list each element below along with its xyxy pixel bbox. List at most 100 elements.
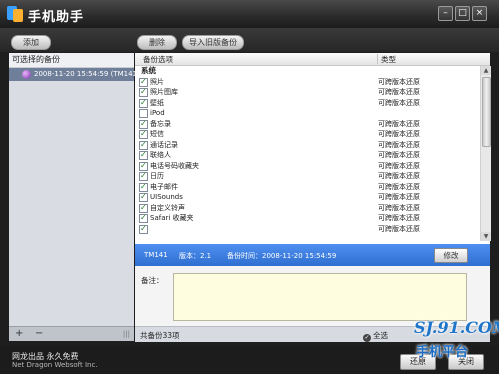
app-window: 手机助手 – □ × 添加 删除 导入旧版备份 可选择的备份 2008-11-2…: [0, 0, 499, 374]
import-old-backup-button[interactable]: 导入旧版备份: [182, 35, 244, 50]
add-button[interactable]: 添加: [11, 35, 51, 50]
row-checkbox[interactable]: [139, 171, 148, 181]
row-checkbox[interactable]: [139, 109, 148, 118]
backup-time: 备份时间：2008-11-20 15:54:59: [227, 252, 337, 260]
table-row[interactable]: 自定义铃声 可跨版本还原: [135, 203, 480, 214]
row-checkbox[interactable]: [139, 182, 148, 192]
row-type: 可跨版本还原: [378, 182, 420, 191]
scroll-up-arrow-icon[interactable]: ▲: [481, 66, 491, 75]
table-row[interactable]: 照片 可跨版本还原: [135, 77, 480, 88]
column-backup-option[interactable]: 备份选项: [143, 54, 173, 65]
minimize-button[interactable]: –: [438, 6, 453, 21]
firmware-version: 版本：2.1: [179, 252, 212, 260]
edit-button[interactable]: 修改: [434, 248, 468, 263]
table-row[interactable]: 日历 可跨版本还原: [135, 171, 480, 182]
row-checkbox[interactable]: [139, 129, 148, 139]
row-checkbox[interactable]: [139, 77, 148, 87]
row-checkbox[interactable]: [139, 213, 148, 223]
table-row[interactable]: 联络人 可跨版本还原: [135, 150, 480, 161]
row-checkbox[interactable]: [139, 161, 148, 171]
row-type: 可跨版本还原: [378, 130, 420, 138]
backup-list-header: 可选择的备份: [9, 53, 134, 68]
row-name: 照片图库: [150, 88, 178, 96]
table-row[interactable]: 备忘录 可跨版本还原: [135, 119, 480, 130]
vertical-scrollbar[interactable]: ▲ ▼: [480, 66, 491, 241]
remove-backup-minus-button[interactable]: −: [35, 328, 43, 339]
backup-count: 共备份33项: [140, 331, 180, 340]
notes-section: 备注：: [135, 266, 490, 326]
table-row[interactable]: UISounds 可跨版本还原: [135, 192, 480, 203]
row-name: 照片: [150, 77, 164, 86]
notes-label: 备注：: [141, 276, 164, 285]
row-checkbox[interactable]: [139, 203, 148, 213]
maximize-button[interactable]: □: [455, 6, 470, 21]
row-type: 可跨版本还原: [378, 119, 420, 128]
table-row[interactable]: 电子邮件 可跨版本还原: [135, 182, 480, 193]
site-watermark: SJ.91.COM 手机平台: [408, 318, 499, 366]
resize-grip-icon[interactable]: |||: [123, 330, 130, 338]
column-divider: [377, 54, 378, 64]
row-type: 可跨版本还原: [378, 193, 420, 201]
device-name: TM141: [144, 251, 168, 259]
backup-info-bar: TM141 版本：2.1 备份时间：2008-11-20 15:54:59 修改: [135, 244, 490, 266]
row-name: 日历: [150, 172, 164, 180]
row-type: 可跨版本还原: [378, 151, 420, 159]
table-row[interactable]: 短信 可跨版本还原: [135, 129, 480, 140]
delete-button[interactable]: 删除: [137, 35, 177, 50]
title-bar[interactable]: 手机助手 – □ ×: [0, 0, 499, 28]
group-row[interactable]: 系统: [135, 66, 480, 77]
row-name: UISounds: [150, 193, 183, 201]
row-type: 可跨版本还原: [378, 98, 420, 107]
check-circle-icon: ✓: [363, 334, 371, 342]
row-type: 可跨版本还原: [378, 224, 420, 233]
row-type: 可跨版本还原: [378, 172, 420, 180]
app-title: 手机助手: [28, 10, 85, 25]
scroll-down-arrow-icon[interactable]: ▼: [481, 232, 491, 241]
backup-list-panel: 可选择的备份 2008-11-20 15:54:59 (TM141 + − ||…: [9, 53, 137, 341]
row-name: 电子邮件: [150, 182, 178, 191]
table-row[interactable]: 电话号码收藏夹 可跨版本还原: [135, 161, 480, 172]
table-row[interactable]: 照片图库 可跨版本还原: [135, 87, 480, 98]
row-name: 联络人: [150, 151, 171, 159]
watermark-site: SJ.91.COM: [414, 318, 499, 337]
row-checkbox[interactable]: [139, 140, 148, 150]
backup-disc-icon: [22, 70, 31, 79]
column-type[interactable]: 类型: [381, 54, 396, 65]
row-name: 电话号码收藏夹: [150, 161, 199, 170]
backup-list-item[interactable]: 2008-11-20 15:54:59 (TM141: [9, 68, 137, 81]
row-checkbox[interactable]: [139, 87, 148, 97]
toolbar: 添加 删除 导入旧版备份: [0, 28, 499, 52]
row-name: 短信: [150, 130, 164, 138]
app-logo-icon: [7, 6, 23, 22]
scrollbar-thumb[interactable]: [482, 77, 491, 147]
row-checkbox[interactable]: [139, 192, 148, 202]
row-checkbox[interactable]: [139, 119, 148, 129]
row-name: 自定义铃声: [150, 203, 185, 212]
row-checkbox[interactable]: [139, 98, 148, 108]
backup-options-list: 系统 照片 可跨版本还原 照片图库 可跨版本还原 壁纸 可跨版本还原 iPod: [135, 66, 480, 241]
table-row[interactable]: Safari 收藏夹 可跨版本还原: [135, 213, 480, 224]
backup-item-label: 2008-11-20 15:54:59 (TM141: [34, 70, 137, 78]
table-row[interactable]: 壁纸 可跨版本还原: [135, 98, 480, 109]
watermark-text: 手机平台: [416, 345, 469, 360]
row-name: Safari 收藏夹: [150, 214, 194, 222]
table-header: 备份选项 类型: [135, 53, 490, 66]
group-name: 系统: [141, 66, 156, 75]
row-name: 壁纸: [150, 98, 164, 107]
notes-textarea[interactable]: [173, 273, 467, 321]
table-row[interactable]: iPod: [135, 108, 480, 119]
select-all-toggle[interactable]: ✓ 全选: [363, 330, 388, 342]
table-row[interactable]: 可跨版本还原: [135, 224, 480, 235]
close-window-button[interactable]: ×: [472, 6, 487, 21]
row-type: 可跨版本还原: [378, 88, 420, 96]
row-name: iPod: [150, 109, 165, 117]
row-checkbox[interactable]: [139, 150, 148, 160]
backup-list-footer: + − |||: [9, 326, 134, 341]
backup-detail-panel: 备份选项 类型 系统 照片 可跨版本还原 照片图库 可跨版本还原 壁纸 可跨版本…: [135, 53, 491, 342]
row-type: 可跨版本还原: [378, 77, 420, 86]
row-type: 可跨版本还原: [378, 203, 420, 212]
row-checkbox[interactable]: [139, 224, 148, 234]
table-row[interactable]: 通话记录 可跨版本还原: [135, 140, 480, 151]
row-type: 可跨版本还原: [378, 214, 420, 222]
add-backup-plus-button[interactable]: +: [15, 328, 23, 339]
